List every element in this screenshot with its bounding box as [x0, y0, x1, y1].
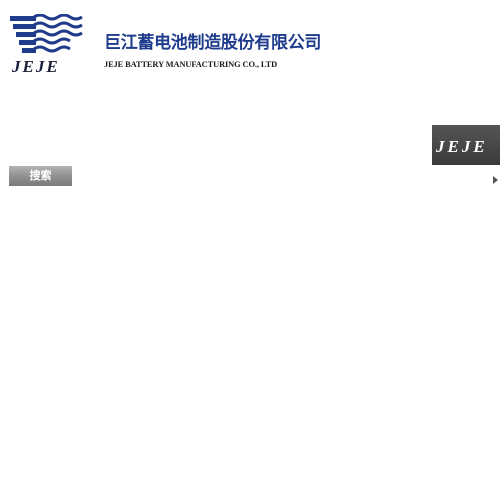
company-name-chinese: 巨江蓄电池制造股份有限公司 — [104, 33, 322, 53]
logo-wordmark: JEJE — [11, 57, 60, 76]
brand-badge-graphic: JEJE — [435, 137, 488, 156]
logo-graphic: JEJE — [10, 13, 83, 76]
company-logo[interactable]: JEJE — [8, 13, 94, 76]
triangle-right-icon — [493, 176, 498, 184]
next-arrow-button[interactable] — [491, 174, 500, 186]
brand-badge[interactable]: JEJE — [432, 125, 500, 165]
brand-badge-wordmark: JEJE — [435, 137, 488, 156]
search-button[interactable]: 搜索 — [9, 166, 72, 186]
company-name-english: JEJE BATTERY MANUFACTURING CO., LTD — [104, 60, 278, 69]
